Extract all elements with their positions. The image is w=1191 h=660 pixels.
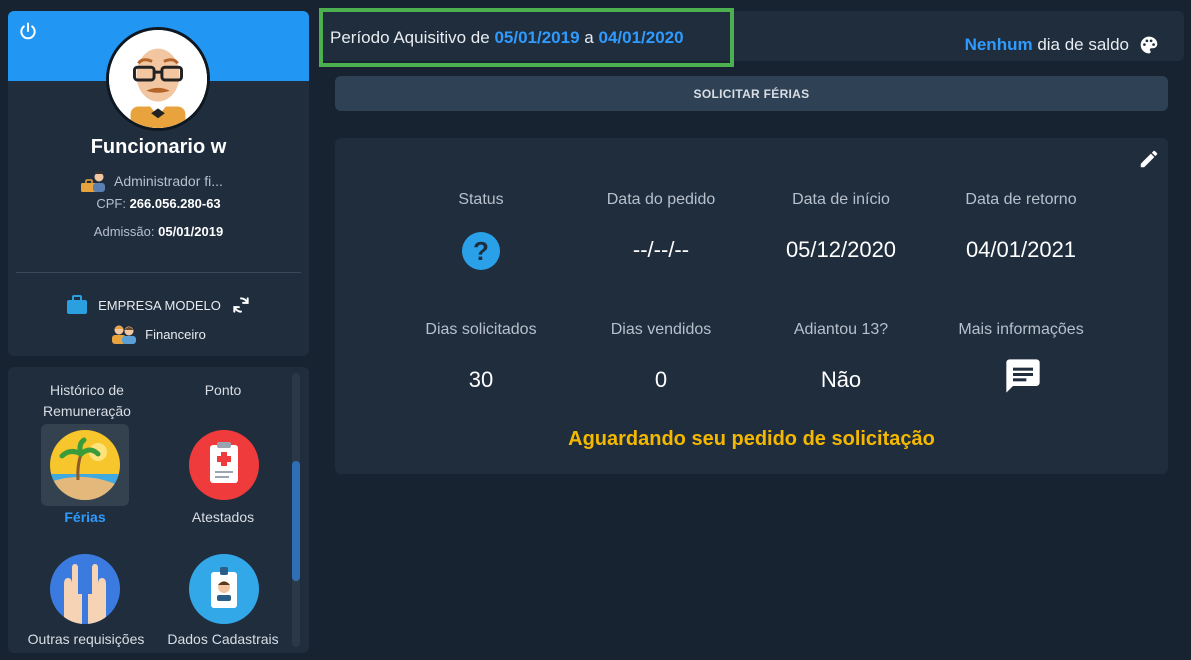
saldo-text: dia de saldo <box>1037 35 1129 54</box>
days-requested-value: 30 <box>468 367 494 392</box>
avatar <box>106 27 210 131</box>
department-row: Financeiro <box>8 324 309 344</box>
divider <box>16 272 301 273</box>
menu-label-ponto[interactable]: Ponto <box>173 380 273 401</box>
advance-13-label: Adiantou 13? <box>793 321 889 338</box>
chat-icon[interactable] <box>1003 356 1043 396</box>
menu-scrollbar-thumb[interactable] <box>292 461 300 581</box>
employee-menu: Histórico de Remuneração Ponto Férias At… <box>8 367 309 653</box>
id-badge-icon[interactable] <box>189 554 259 624</box>
power-icon[interactable] <box>18 21 38 41</box>
employee-name: Funcionario w <box>90 136 227 158</box>
waiting-message: Aguardando seu pedido de solicitação <box>568 428 935 450</box>
briefcase-icon <box>67 295 88 314</box>
period-prefix: Período Aquisitivo de <box>330 27 490 47</box>
employee-role-label: Administrador fi... <box>114 173 223 189</box>
switch-company-icon[interactable] <box>231 295 251 315</box>
days-requested-label: Dias solicitados <box>425 321 537 338</box>
admission-value: 05/01/2019 <box>158 224 224 239</box>
palette-icon[interactable] <box>1139 35 1159 55</box>
question-icon: ? <box>462 232 500 270</box>
saldo-info: Nenhum dia de saldo <box>965 35 1159 55</box>
medical-clipboard-icon[interactable] <box>189 430 259 500</box>
cpf-value: 266.056.280-63 <box>129 196 221 211</box>
admission-line: Admissão: 05/01/2019 <box>8 224 309 239</box>
period-start: 05/01/2019 <box>494 27 580 47</box>
return-date-value: 04/01/2021 <box>965 237 1077 262</box>
department-name: Financeiro <box>145 326 206 342</box>
saldo-highlight: Nenhum <box>964 35 1033 54</box>
profile-card: Funcionario w Administrador fi... CPF: 2… <box>8 11 309 356</box>
days-sold-value: 0 <box>654 367 668 392</box>
request-vacation-button[interactable]: SOLICITAR FÉRIAS <box>335 76 1168 111</box>
menu-label-ferias[interactable]: Férias <box>41 507 129 528</box>
employee-role: Administrador fi... <box>80 169 223 193</box>
more-info-label: Mais informações <box>958 321 1084 338</box>
cpf-line: CPF: 266.056.280-63 <box>8 196 309 211</box>
team-icon <box>112 325 137 344</box>
advance-13-value: Não <box>820 367 862 392</box>
request-date-label: Data do pedido <box>606 191 716 208</box>
raised-hands-icon[interactable] <box>50 554 120 624</box>
beach-icon[interactable] <box>50 430 120 500</box>
menu-label-dados-cadastrais[interactable]: Dados Cadastrais <box>158 629 288 650</box>
pencil-icon[interactable] <box>1138 148 1160 170</box>
menu-label-historico[interactable]: Histórico de Remuneração <box>32 380 142 422</box>
request-date-value: --/--/-- <box>632 237 690 262</box>
company-row: EMPRESA MODELO <box>8 295 309 315</box>
start-date-value: 05/12/2020 <box>785 237 897 262</box>
status-label: Status <box>458 191 504 208</box>
period-end: 04/01/2020 <box>598 27 684 47</box>
vacation-details-card: Status ? Data do pedido --/--/-- Data de… <box>335 138 1168 474</box>
admission-label: Admissão: <box>93 224 155 239</box>
start-date-label: Data de início <box>792 191 890 208</box>
acquisition-period: Período Aquisitivo de 05/01/2019 a 04/01… <box>319 8 734 67</box>
cpf-label: CPF: <box>96 196 126 211</box>
company-name: EMPRESA MODELO <box>98 297 221 313</box>
menu-label-atestados[interactable]: Atestados <box>173 507 273 528</box>
period-separator: a <box>584 27 594 47</box>
svg-text:?: ? <box>473 236 489 266</box>
menu-label-outras-requisicoes[interactable]: Outras requisições <box>16 629 156 650</box>
days-sold-label: Dias vendidos <box>610 321 712 338</box>
return-date-label: Data de retorno <box>965 191 1077 208</box>
administrator-icon <box>81 171 105 192</box>
